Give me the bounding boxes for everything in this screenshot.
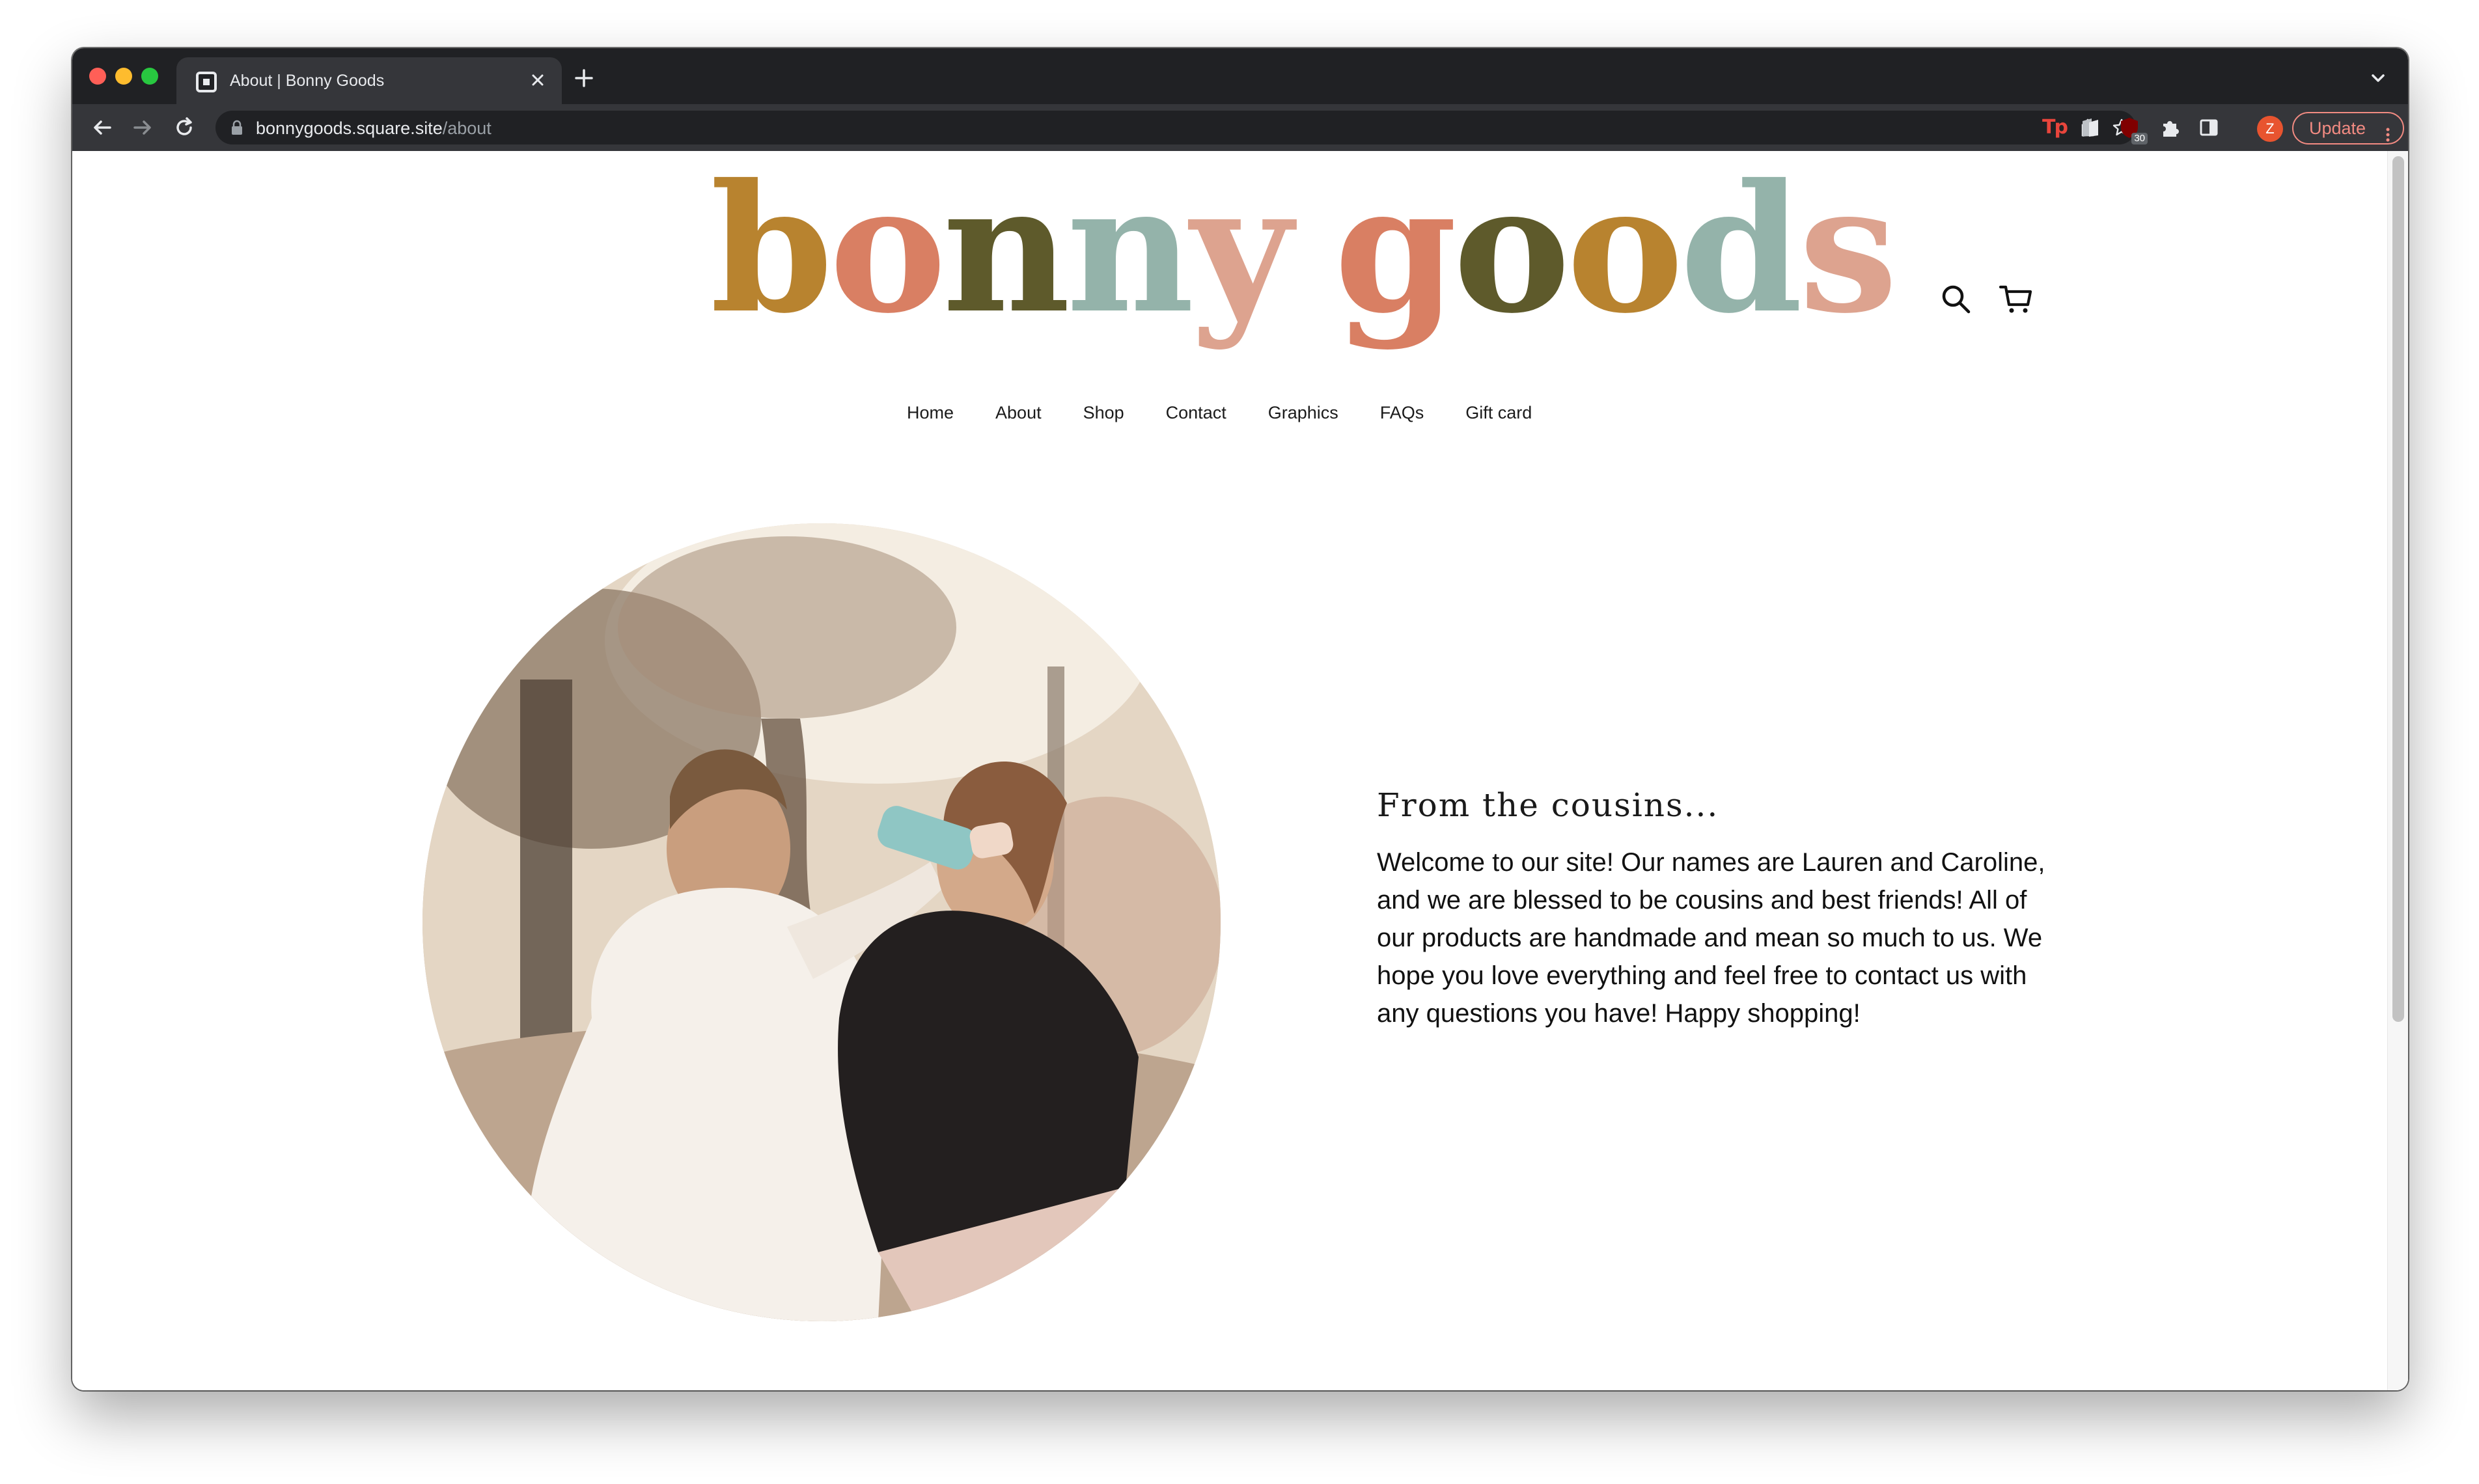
browser-window: About | Bonny Goods bonnygoods.square.si… [72, 48, 2408, 1390]
page-viewport: bonny goods Home About Shop Contact Graph… [72, 151, 2408, 1390]
window-minimize-button[interactable] [115, 68, 132, 85]
page-scrollbar[interactable] [2387, 151, 2408, 1390]
logo-letter: s [1799, 145, 1898, 352]
logo-letter: o [829, 145, 947, 352]
browser-toolbar: bonnygoods.square.site/about Tp 30 Z Upd… [72, 104, 2408, 151]
cousins-photo [422, 523, 1221, 1321]
forward-icon[interactable] [130, 115, 156, 141]
nav-home[interactable]: Home [907, 400, 954, 426]
nav-contact[interactable]: Contact [1166, 400, 1226, 426]
cart-icon[interactable] [1998, 281, 2034, 318]
logo-letter: b [710, 145, 833, 352]
url-path: /about [442, 118, 492, 138]
logo-letter: y [1190, 145, 1293, 352]
window-close-button[interactable] [89, 68, 106, 85]
tab-search-chevron-down-icon[interactable] [2365, 65, 2391, 91]
scrollbar-thumb[interactable] [2392, 156, 2404, 1022]
lock-icon[interactable] [230, 120, 244, 135]
nav-faqs[interactable]: FAQs [1380, 400, 1424, 426]
logo-letter: g [1334, 145, 1457, 352]
about-heading: From the cousins... [1377, 786, 1719, 824]
about-body: Welcome to our site! Our names are Laure… [1377, 848, 2045, 1028]
url-host: bonnygoods.square.site [256, 118, 443, 138]
update-label: Update [2309, 118, 2366, 138]
nav-graphics[interactable]: Graphics [1268, 400, 1338, 426]
logo-letter: o [1453, 145, 1570, 352]
extension-badge: 30 [2131, 133, 2148, 144]
url-text: bonnygoods.square.site/about [256, 118, 492, 139]
nav-gift-card[interactable]: Gift card [1465, 400, 1532, 426]
nav-about[interactable]: About [995, 400, 1042, 426]
kebab-menu-icon[interactable] [2386, 121, 2390, 142]
tab-strip: About | Bonny Goods [72, 48, 2408, 104]
profile-avatar[interactable]: Z [2257, 116, 2283, 142]
address-bar[interactable]: bonnygoods.square.site/about [215, 111, 2136, 144]
logo-letter: n [942, 145, 1070, 352]
main-nav: Home About Shop Contact Graphics FAQs Gi… [907, 400, 1532, 426]
back-icon[interactable] [89, 115, 115, 141]
tab-title: About | Bonny Goods [230, 72, 385, 90]
reload-icon[interactable] [171, 115, 197, 141]
new-tab-plus-icon[interactable] [571, 65, 597, 91]
logo-letter: d [1680, 145, 1803, 352]
screen: About | Bonny Goods bonnygoods.square.si… [0, 0, 2479, 1484]
site-logo[interactable]: bonny goods [710, 145, 1898, 352]
browser-tab[interactable]: About | Bonny Goods [176, 57, 562, 104]
update-button[interactable]: Update [2292, 112, 2404, 144]
tab-close-icon[interactable] [525, 68, 550, 92]
ublock-extension-icon[interactable]: 30 [2118, 116, 2148, 144]
logo-letter: n [1066, 145, 1194, 352]
nav-shop[interactable]: Shop [1083, 400, 1124, 426]
puzzle-icon[interactable] [2158, 116, 2181, 139]
square-favicon-icon [196, 72, 217, 92]
tp-extension-icon[interactable]: Tp [2042, 116, 2068, 139]
search-icon[interactable] [1938, 281, 1974, 318]
side-panel-icon[interactable] [2197, 116, 2221, 139]
window-zoom-button[interactable] [141, 68, 158, 85]
logo-letter: o [1566, 145, 1683, 352]
notes-extension-icon[interactable] [2079, 116, 2102, 139]
